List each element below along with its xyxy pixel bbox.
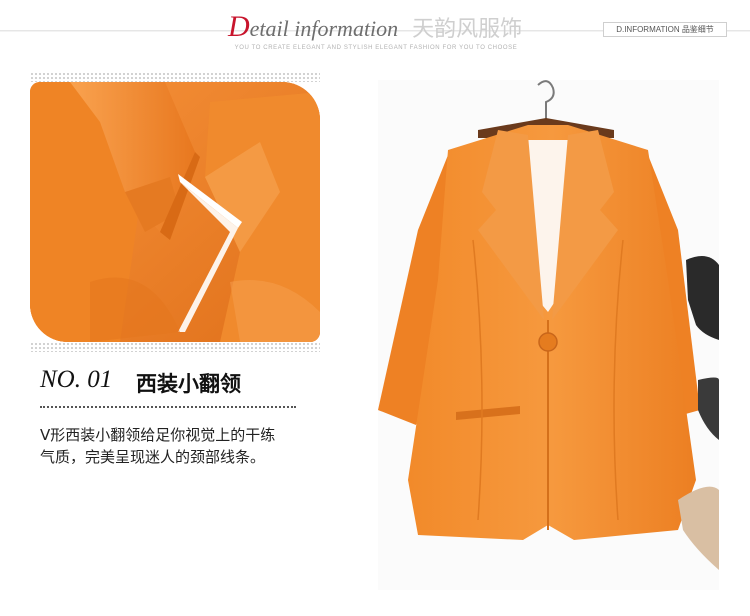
collar-detail-illustration xyxy=(30,82,320,342)
dot-pattern-bottom xyxy=(30,342,320,352)
description-line-1: V形西装小翻领给足你视觉上的干练 xyxy=(40,426,276,444)
section-divider xyxy=(40,406,296,408)
page-subtitle: YOU TO CREATE ELEGANT AND STYLISH ELEGAN… xyxy=(234,45,518,51)
jacket-main-photo xyxy=(378,80,719,590)
title-initial: D xyxy=(228,10,250,43)
section-title: 西装小翻领 xyxy=(136,372,241,396)
brand-name: 天韵风服饰 xyxy=(412,17,523,42)
dot-pattern-top xyxy=(30,72,320,82)
title-text: etail information xyxy=(249,16,399,41)
section-description: V形西装小翻领给足你视觉上的干练 气质，完美呈现迷人的颈部线条。 xyxy=(40,424,340,468)
description-line-2: 气质，完美呈现迷人的颈部线条。 xyxy=(40,448,266,466)
collar-detail-photo xyxy=(30,82,320,342)
page-title: Detail information 天韵风服饰 xyxy=(228,12,538,46)
jacket-illustration xyxy=(378,80,719,590)
section-number: NO. 01 xyxy=(40,366,113,393)
info-badge: D.INFORMATION 品鉴细节 xyxy=(603,22,727,37)
